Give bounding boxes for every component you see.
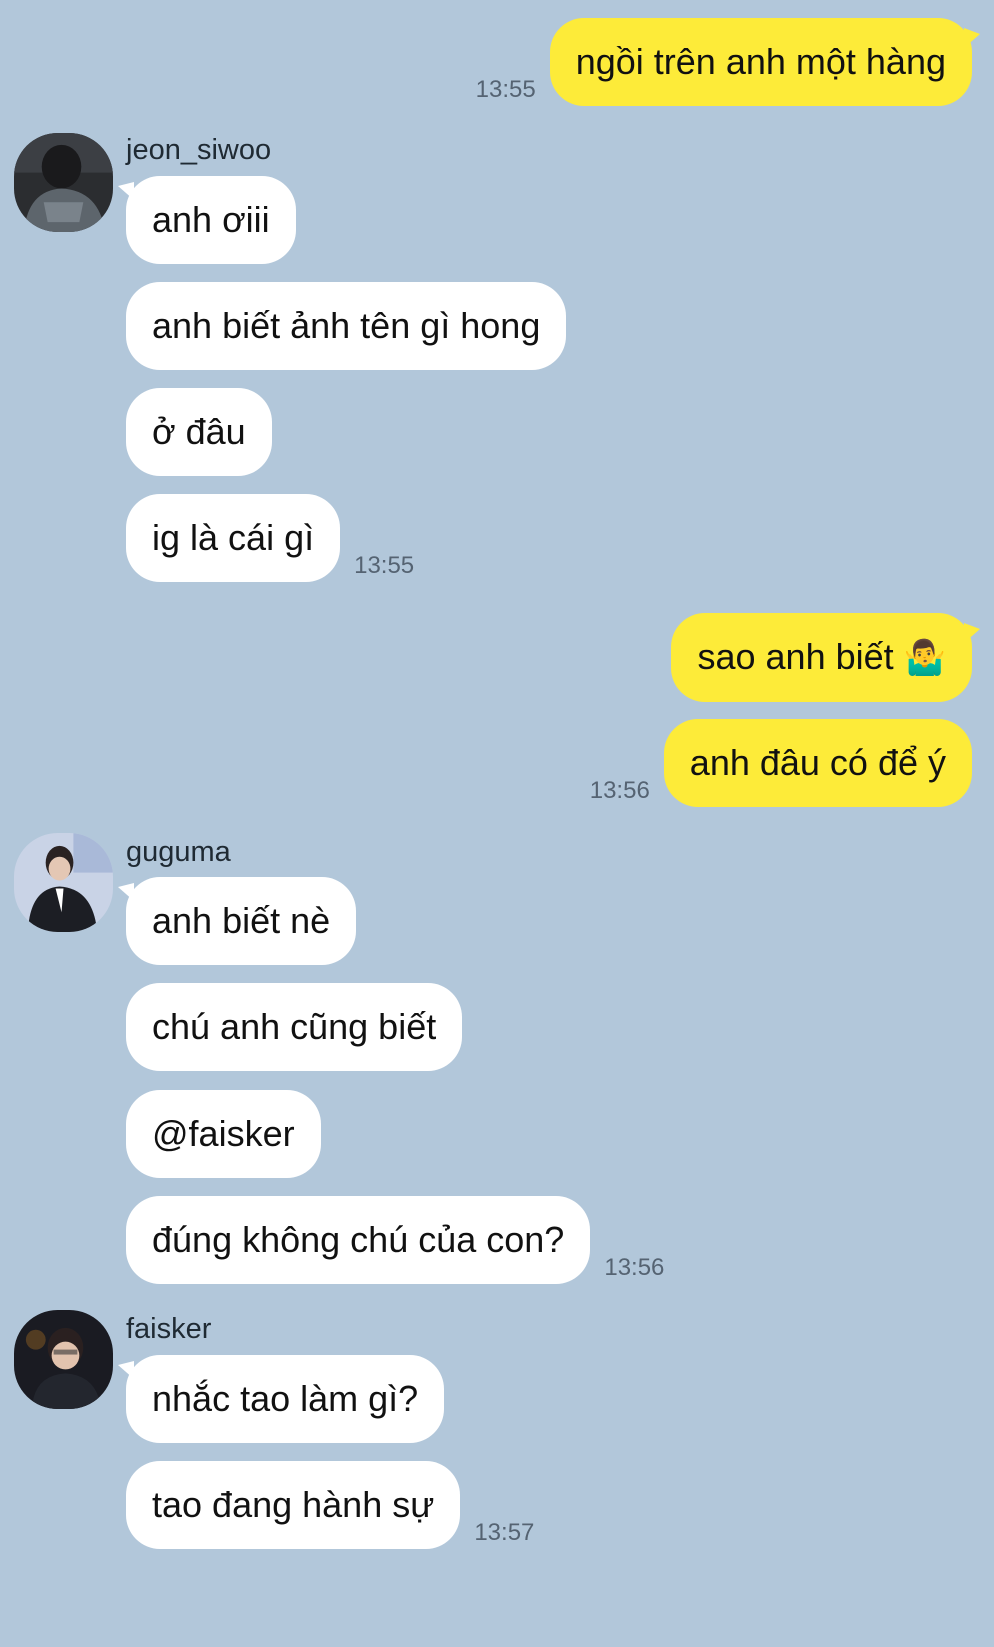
message-row: sao anh biết 🤷‍♂️ bbox=[671, 613, 980, 702]
incoming-message-bubble[interactable]: tao đang hành sự bbox=[126, 1461, 461, 1549]
incoming-message-bubble[interactable]: nhắc tao làm gì? bbox=[117, 1355, 445, 1443]
profile-photo-icon bbox=[14, 833, 113, 932]
timestamp: 13:56 bbox=[589, 777, 650, 804]
profile-photo-icon bbox=[14, 133, 113, 232]
timestamp: 13:57 bbox=[474, 1519, 535, 1546]
message-row: 13:56 anh đâu có để ý bbox=[590, 719, 972, 807]
message-row: @faisker bbox=[126, 1090, 321, 1178]
incoming-message-bubble[interactable]: anh biết nè bbox=[117, 877, 357, 965]
message-row: anh biết nè bbox=[117, 877, 357, 965]
outgoing-message-bubble[interactable]: ngồi trên anh một hàng bbox=[549, 18, 981, 106]
message-row: ở đâu bbox=[126, 388, 272, 476]
message-row: anh biết ảnh tên gì hong bbox=[126, 282, 567, 370]
timestamp: 13:55 bbox=[475, 76, 536, 103]
person-shrugging-icon: 🤷‍♂️ bbox=[903, 638, 946, 678]
timestamp: 13:56 bbox=[604, 1254, 665, 1281]
sender-name: faisker bbox=[126, 1313, 212, 1345]
message-row: chú anh cũng biết bbox=[126, 983, 463, 1071]
avatar-faisker[interactable] bbox=[14, 1310, 113, 1409]
incoming-message-bubble[interactable]: anh ơiii bbox=[118, 176, 296, 264]
avatar-jeon-siwoo[interactable] bbox=[14, 133, 113, 232]
message-row: ig là cái gì 13:55 bbox=[126, 494, 414, 582]
timestamp: 13:55 bbox=[354, 552, 415, 579]
incoming-message-bubble[interactable]: chú anh cũng biết bbox=[126, 983, 463, 1071]
incoming-message-bubble[interactable]: ig là cái gì bbox=[126, 494, 341, 582]
incoming-message-bubble[interactable]: đúng không chú của con? bbox=[126, 1196, 591, 1284]
message-text: sao anh biết bbox=[697, 636, 894, 677]
outgoing-message-bubble[interactable]: anh đâu có để ý bbox=[663, 719, 972, 807]
sender-name: guguma bbox=[126, 836, 231, 868]
message-row: tao đang hành sự 13:57 bbox=[126, 1461, 534, 1549]
message-row: anh ơiii bbox=[118, 176, 296, 264]
avatar-guguma[interactable] bbox=[14, 833, 113, 932]
sender-name: jeon_siwoo bbox=[126, 134, 272, 166]
incoming-message-bubble[interactable]: anh biết ảnh tên gì hong bbox=[126, 282, 567, 370]
message-row: 13:55 ngồi trên anh một hàng bbox=[475, 18, 981, 106]
message-row: nhắc tao làm gì? bbox=[117, 1355, 445, 1443]
outgoing-message-bubble[interactable]: sao anh biết 🤷‍♂️ bbox=[671, 613, 980, 702]
profile-photo-icon bbox=[14, 1310, 113, 1409]
message-row: đúng không chú của con? 13:56 bbox=[126, 1196, 664, 1284]
incoming-message-bubble[interactable]: @faisker bbox=[126, 1090, 321, 1178]
incoming-message-bubble[interactable]: ở đâu bbox=[126, 388, 272, 476]
